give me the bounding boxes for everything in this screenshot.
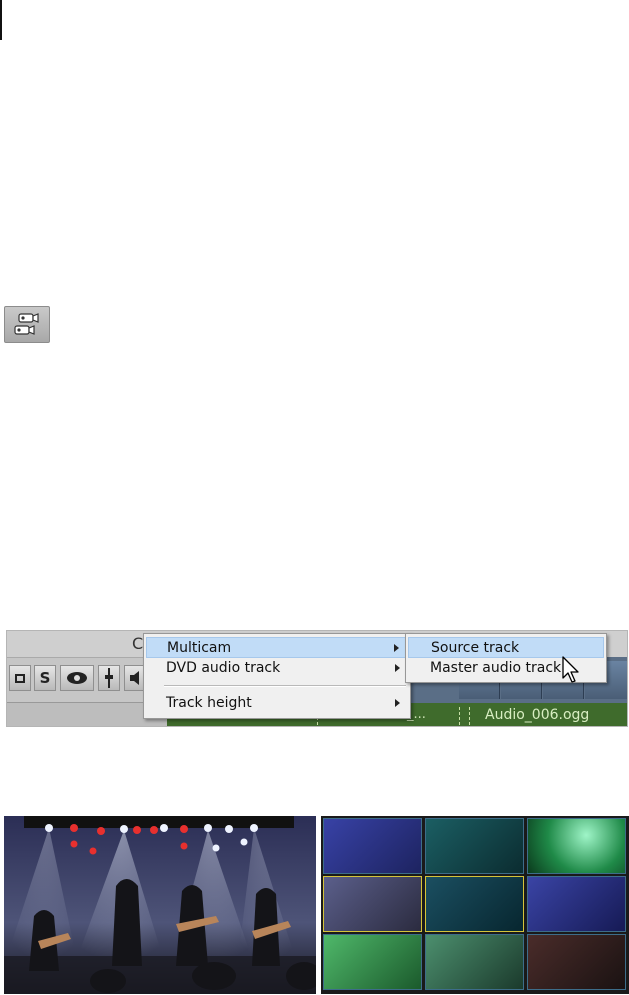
page-edge-bar: [0, 0, 2, 40]
submenu-item-source-track[interactable]: Source track: [408, 637, 604, 658]
solo-button[interactable]: S: [34, 665, 56, 691]
fader-icon: [105, 668, 113, 688]
camera-source-1[interactable]: [323, 818, 422, 874]
camera-source-5[interactable]: [425, 876, 524, 932]
multicam-icon[interactable]: [4, 306, 50, 343]
audio-clip-label: Audio_006.ogg: [485, 707, 590, 723]
clip-boundary: [469, 707, 470, 725]
mouse-pointer-icon: [562, 656, 579, 683]
submenu-arrow-icon: [395, 699, 400, 707]
submenu-item-label: Master audio track: [430, 660, 562, 676]
camera-source-4[interactable]: [323, 876, 422, 932]
track-lock-button[interactable]: [9, 665, 31, 691]
clip-boundary: [459, 707, 460, 725]
camera-source-2[interactable]: [425, 818, 524, 874]
camera-source-9[interactable]: [527, 934, 626, 990]
menu-item-label: Track height: [166, 695, 252, 711]
menu-item-multicam[interactable]: Multicam: [146, 637, 408, 658]
volume-fader-button[interactable]: [98, 665, 120, 691]
visibility-eye-button[interactable]: [60, 665, 94, 691]
menu-item-label: DVD audio track: [166, 660, 281, 676]
multicam-source-grid: [321, 816, 629, 994]
timeline-header-text: C: [132, 634, 144, 653]
submenu-arrow-icon: [395, 664, 400, 672]
menu-item-track-height[interactable]: Track height: [146, 693, 408, 714]
speaker-icon: [130, 671, 139, 685]
menu-item-label: Multicam: [167, 640, 232, 656]
main-camera-preview: [4, 816, 316, 994]
concert-stage-image: [4, 816, 316, 994]
camera-source-8[interactable]: [425, 934, 524, 990]
submenu-arrow-icon: [394, 644, 399, 652]
lower-marker: ▲: [121, 725, 128, 726]
camera-source-6[interactable]: [527, 876, 626, 932]
menu-item-dvd-audio-track[interactable]: DVD audio track: [146, 658, 408, 679]
multicam-cameras-icon: [14, 313, 39, 335]
camera-source-7[interactable]: [323, 934, 422, 990]
eye-icon: [67, 672, 87, 684]
track-lock-icon: [15, 674, 25, 683]
submenu-item-label: Source track: [431, 640, 520, 656]
menu-separator: [164, 685, 406, 687]
camera-source-3[interactable]: [527, 818, 626, 874]
track-context-menu: Multicam DVD audio track Track height: [143, 633, 411, 719]
